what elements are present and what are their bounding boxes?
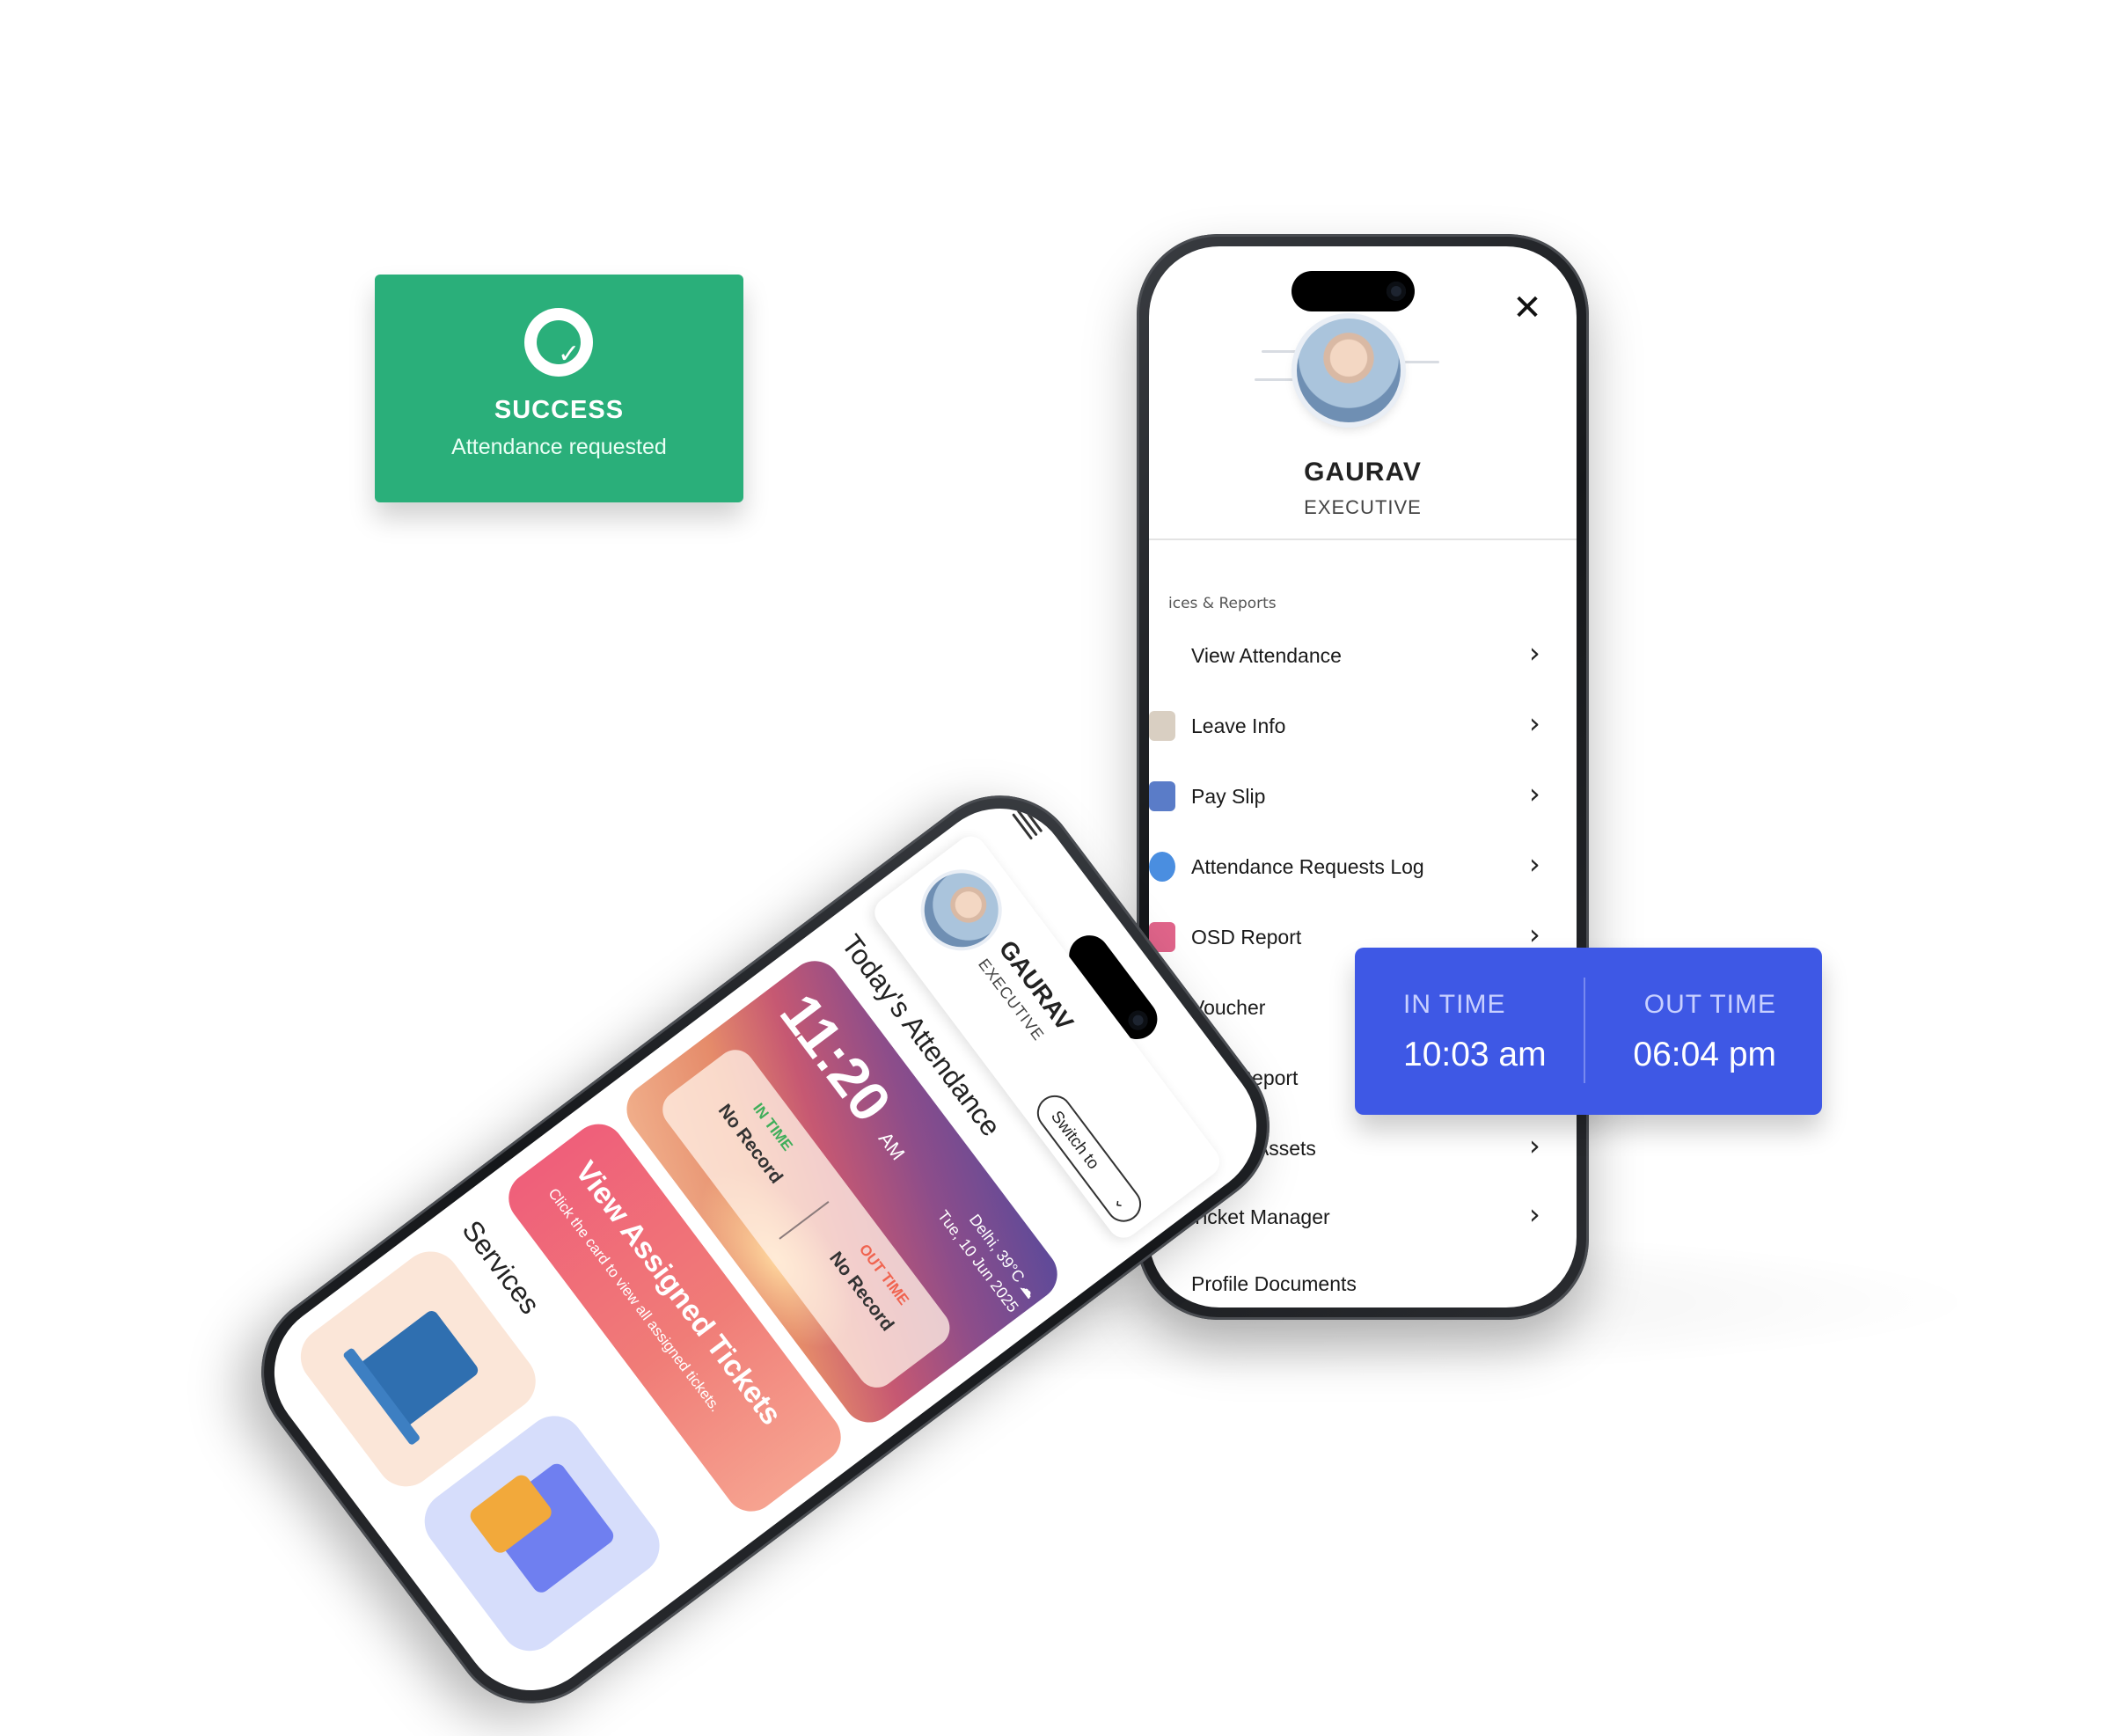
divider [1149,538,1577,540]
avatar-decoration [1262,350,1297,353]
menu-icon[interactable] [1010,803,1046,841]
camera-icon [1124,1007,1152,1035]
chevron-down-icon: ⌄ [1109,1191,1132,1213]
chevron-right-icon: › [1529,918,1540,951]
chevron-right-icon: › [1529,1129,1540,1162]
success-title: SUCCESS [494,396,625,424]
location-date: Delhi, 39°C ☁ Tue, 10 Jun 2025 [921,1177,1043,1317]
payslip-icon [1149,781,1175,811]
in-time-label: IN TIME [1403,990,1506,1019]
profile-role: EXECUTIVE [1304,496,1422,518]
menu-item-label: View Attendance [1191,644,1342,667]
in-time-value: 10:03 am [1403,1036,1547,1073]
out-time-value: 06:04 pm [1633,1036,1776,1073]
menu-item-pay-slip[interactable]: Pay Slip › [1149,765,1577,831]
chevron-right-icon: › [1529,777,1540,810]
avatar-decoration [1255,378,1295,381]
chevron-right-icon: › [1529,847,1540,881]
menu-item-label: OSD Report [1191,926,1302,949]
divider [1584,978,1585,1083]
menu-item-label: Attendance Requests Log [1191,855,1424,878]
section-label: ices & Reports [1168,595,1277,612]
out-time-label: OUT TIME [1643,990,1776,1019]
menu-item-label: Profile Documents [1191,1272,1357,1295]
success-message: Attendance requested [451,435,667,459]
profile-name: GAURAV [1304,458,1422,487]
success-toast: ✓ SUCCESS Attendance requested [375,275,743,502]
chevron-right-icon: › [1529,707,1540,740]
avatar[interactable] [909,858,1013,963]
switch-role-label: Switch to [1047,1107,1103,1174]
menu-item-attendance-requests-log[interactable]: Attendance Requests Log › [1149,836,1577,901]
chevron-right-icon: › [1529,1198,1540,1231]
menu-item-view-attendance[interactable]: View Attendance › [1149,625,1577,690]
illustration-person [355,1307,481,1430]
avatar[interactable] [1297,319,1401,422]
menu-item-label: Pay Slip [1191,785,1266,808]
current-ampm: AM [874,1127,910,1165]
close-icon[interactable]: ✕ [1508,289,1547,327]
camera-icon [1387,282,1406,301]
dynamic-island [1291,271,1415,311]
attendance-log-icon [1149,852,1175,882]
left-phone-screen: GAURAV EXECUTIVE Switch to ⌄ Today's Att… [245,780,1285,1719]
check-circle-icon: ✓ [524,308,593,377]
menu-item-profile-documents[interactable]: Profile Documents [1149,1253,1577,1307]
menu-item-label: Leave Info [1191,714,1286,737]
avatar-decoration [1404,361,1439,363]
switch-role-button[interactable]: Switch to ⌄ [1029,1088,1149,1229]
chevron-right-icon: › [1529,636,1540,670]
in-out-time-card: IN TIME 10:03 am OUT TIME 06:04 pm [1355,948,1822,1115]
menu-item-leave-info[interactable]: Leave Info › [1149,695,1577,760]
leave-icon [1149,711,1175,741]
